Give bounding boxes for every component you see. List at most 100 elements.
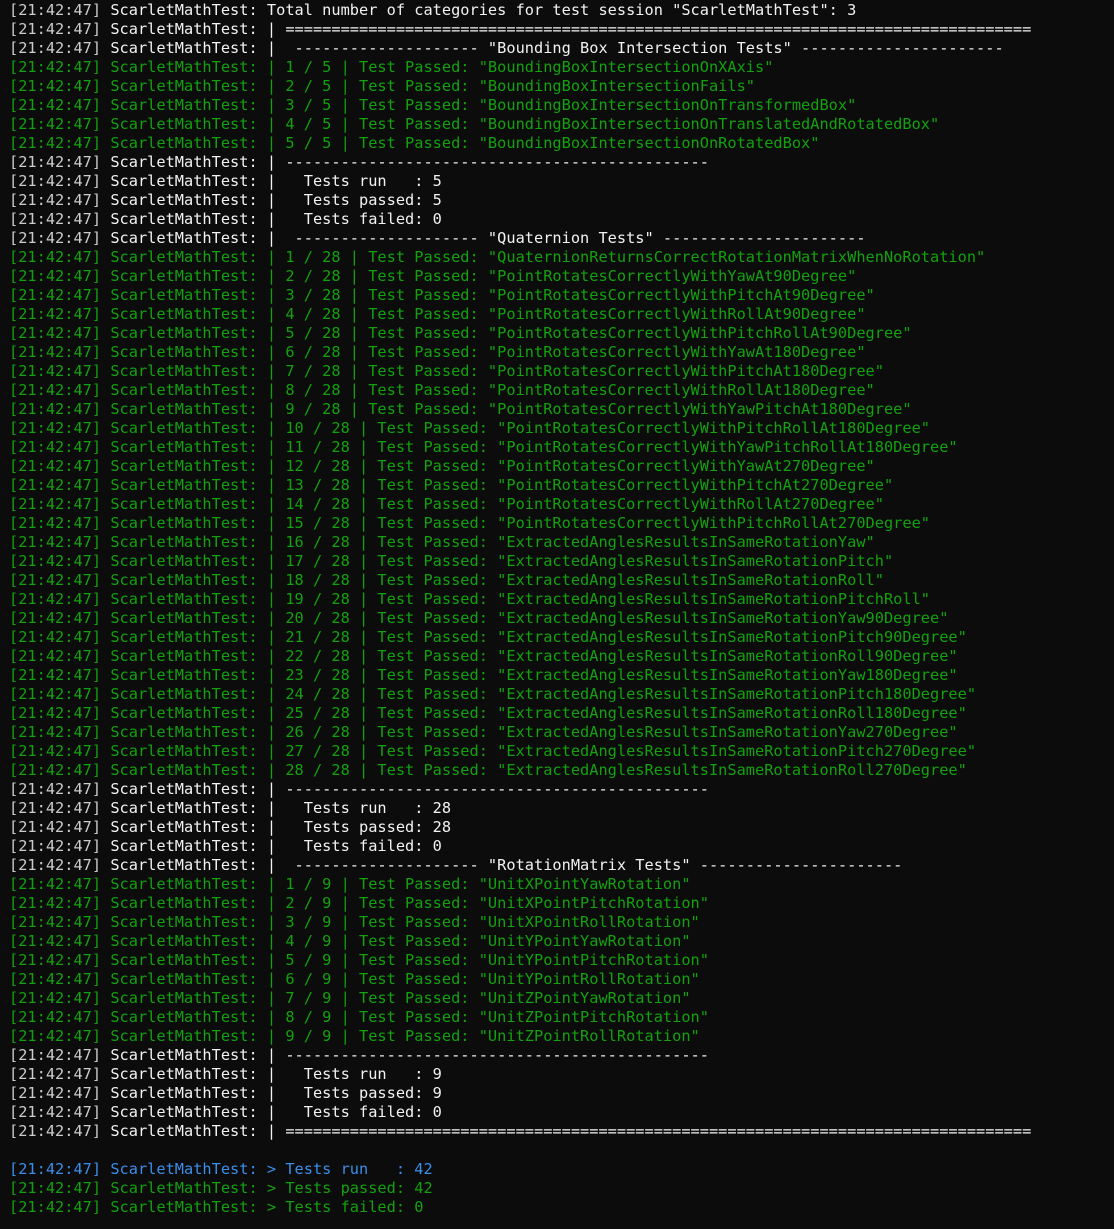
- log-line: [21:42:47] ScarletMathTest: | Tests run …: [9, 172, 1114, 191]
- log-source: ScarletMathTest:: [110, 305, 258, 323]
- log-line: [21:42:47] ScarletMathTest: | ----------…: [9, 229, 1114, 248]
- log-timestamp: [21:42:47]: [9, 20, 102, 38]
- log-source: ScarletMathTest:: [110, 913, 258, 931]
- log-source: ScarletMathTest:: [110, 1198, 258, 1216]
- log-timestamp: [21:42:47]: [9, 1179, 102, 1197]
- log-line: [21:42:47] ScarletMathTest: | 12 / 28 | …: [9, 457, 1114, 476]
- log-source: ScarletMathTest:: [110, 438, 258, 456]
- log-line: [21:42:47] ScarletMathTest: | 6 / 28 | T…: [9, 343, 1114, 362]
- log-line: [21:42:47] ScarletMathTest: | 9 / 28 | T…: [9, 400, 1114, 419]
- log-message: | 19 / 28 | Test Passed: "ExtractedAngle…: [266, 590, 930, 608]
- log-line: [21:42:47] ScarletMathTest: | ==========…: [9, 20, 1114, 39]
- log-timestamp: [21:42:47]: [9, 210, 102, 228]
- log-timestamp: [21:42:47]: [9, 723, 102, 741]
- log-source: ScarletMathTest:: [110, 989, 258, 1007]
- log-message: | --------------------------------------…: [266, 1046, 709, 1064]
- log-line: [21:42:47] ScarletMathTest: | ==========…: [9, 1122, 1114, 1141]
- log-message: | --------------------------------------…: [266, 780, 709, 798]
- log-timestamp: [21:42:47]: [9, 856, 102, 874]
- log-source: ScarletMathTest:: [110, 495, 258, 513]
- log-message: | 6 / 28 | Test Passed: "PointRotatesCor…: [266, 343, 866, 361]
- log-line: [21:42:47] ScarletMathTest: | 21 / 28 | …: [9, 628, 1114, 647]
- log-timestamp: [21:42:47]: [9, 229, 102, 247]
- log-line: [21:42:47] ScarletMathTest: | Tests pass…: [9, 191, 1114, 210]
- log-source: ScarletMathTest:: [110, 134, 258, 152]
- log-message: | 15 / 28 | Test Passed: "PointRotatesCo…: [266, 514, 930, 532]
- log-message: | 2 / 5 | Test Passed: "BoundingBoxInter…: [266, 77, 756, 95]
- log-line: [21:42:47] ScarletMathTest: | 26 / 28 | …: [9, 723, 1114, 742]
- log-line: [21:42:47] ScarletMathTest: | ----------…: [9, 1046, 1114, 1065]
- log-message: | -------------------- "Bounding Box Int…: [266, 39, 1004, 57]
- log-line: [21:42:47] ScarletMathTest: | 4 / 9 | Te…: [9, 932, 1114, 951]
- log-line: [21:42:47] ScarletMathTest: | Tests pass…: [9, 1084, 1114, 1103]
- log-message: | 2 / 9 | Test Passed: "UnitXPointPitchR…: [266, 894, 709, 912]
- log-timestamp: [21:42:47]: [9, 837, 102, 855]
- log-message: | Tests passed: 5: [266, 191, 442, 209]
- log-message: | 3 / 9 | Test Passed: "UnitXPointRollRo…: [266, 913, 700, 931]
- log-message: | Tests failed: 0: [266, 210, 442, 228]
- log-message: | 9 / 9 | Test Passed: "UnitZPointRollRo…: [266, 1027, 700, 1045]
- log-timestamp: [21:42:47]: [9, 609, 102, 627]
- log-line: [21:42:47] ScarletMathTest: | 20 / 28 | …: [9, 609, 1114, 628]
- log-source: ScarletMathTest:: [110, 647, 258, 665]
- log-source: ScarletMathTest:: [110, 229, 258, 247]
- log-timestamp: [21:42:47]: [9, 1065, 102, 1083]
- log-line: [21:42:47] ScarletMathTest: | 6 / 9 | Te…: [9, 970, 1114, 989]
- log-source: ScarletMathTest:: [110, 1008, 258, 1026]
- log-message: | Tests run : 5: [266, 172, 442, 190]
- log-timestamp: [21:42:47]: [9, 1084, 102, 1102]
- log-timestamp: [21:42:47]: [9, 39, 102, 57]
- log-source: ScarletMathTest:: [110, 248, 258, 266]
- log-message: | Tests failed: 0: [266, 837, 442, 855]
- log-message: | 11 / 28 | Test Passed: "PointRotatesCo…: [266, 438, 958, 456]
- log-source: ScarletMathTest:: [110, 723, 258, 741]
- log-line: [21:42:47] ScarletMathTest: | 7 / 9 | Te…: [9, 989, 1114, 1008]
- log-message: | 8 / 9 | Test Passed: "UnitZPointPitchR…: [266, 1008, 709, 1026]
- log-timestamp: [21:42:47]: [9, 96, 102, 114]
- log-line: [21:42:47] ScarletMathTest: Total number…: [9, 1, 1114, 20]
- log-timestamp: [21:42:47]: [9, 951, 102, 969]
- log-message: | --------------------------------------…: [266, 153, 709, 171]
- log-timestamp: [21:42:47]: [9, 381, 102, 399]
- log-line: [21:42:47] ScarletMathTest: | 4 / 5 | Te…: [9, 115, 1114, 134]
- log-source: ScarletMathTest:: [110, 20, 258, 38]
- log-source: ScarletMathTest:: [110, 761, 258, 779]
- log-source: ScarletMathTest:: [110, 514, 258, 532]
- log-source: ScarletMathTest:: [110, 419, 258, 437]
- log-message: | Tests failed: 0: [266, 1103, 442, 1121]
- log-message: | 2 / 28 | Test Passed: "PointRotatesCor…: [266, 267, 857, 285]
- log-source: ScarletMathTest:: [110, 818, 258, 836]
- log-message: | 28 / 28 | Test Passed: "ExtractedAngle…: [266, 761, 967, 779]
- log-timestamp: [21:42:47]: [9, 666, 102, 684]
- log-timestamp: [21:42:47]: [9, 305, 102, 323]
- log-source: ScarletMathTest:: [110, 1, 258, 19]
- log-source: ScarletMathTest:: [110, 799, 258, 817]
- log-message: | 4 / 5 | Test Passed: "BoundingBoxInter…: [266, 115, 940, 133]
- log-line: [21:42:47] ScarletMathTest: | 5 / 28 | T…: [9, 324, 1114, 343]
- log-line: [21:42:47] ScarletMathTest: | Tests fail…: [9, 210, 1114, 229]
- log-message: | 5 / 28 | Test Passed: "PointRotatesCor…: [266, 324, 912, 342]
- log-source: ScarletMathTest:: [110, 1103, 258, 1121]
- log-timestamp: [21:42:47]: [9, 1, 102, 19]
- log-source: ScarletMathTest:: [110, 1046, 258, 1064]
- terminal-output[interactable]: [21:42:47] ScarletMathTest: Total number…: [0, 0, 1114, 1229]
- log-message: | 4 / 28 | Test Passed: "PointRotatesCor…: [266, 305, 866, 323]
- log-source: ScarletMathTest:: [110, 1160, 258, 1178]
- log-timestamp: [21:42:47]: [9, 134, 102, 152]
- log-source: ScarletMathTest:: [110, 837, 258, 855]
- log-timestamp: [21:42:47]: [9, 685, 102, 703]
- log-line: [21:42:47] ScarletMathTest: | 19 / 28 | …: [9, 590, 1114, 609]
- log-timestamp: [21:42:47]: [9, 1122, 102, 1140]
- log-message: | 5 / 5 | Test Passed: "BoundingBoxInter…: [266, 134, 820, 152]
- log-line: [21:42:47] ScarletMathTest: | 18 / 28 | …: [9, 571, 1114, 590]
- log-message: > Tests failed: 0: [266, 1198, 424, 1216]
- log-timestamp: [21:42:47]: [9, 343, 102, 361]
- log-message: | 25 / 28 | Test Passed: "ExtractedAngle…: [266, 704, 967, 722]
- log-source: ScarletMathTest:: [110, 685, 258, 703]
- log-source: ScarletMathTest:: [110, 1179, 258, 1197]
- log-message: Total number of categories for test sess…: [266, 1, 857, 19]
- log-line: [21:42:47] ScarletMathTest: | 22 / 28 | …: [9, 647, 1114, 666]
- log-source: ScarletMathTest:: [110, 172, 258, 190]
- log-line: [21:42:47] ScarletMathTest: | 23 / 28 | …: [9, 666, 1114, 685]
- log-timestamp: [21:42:47]: [9, 419, 102, 437]
